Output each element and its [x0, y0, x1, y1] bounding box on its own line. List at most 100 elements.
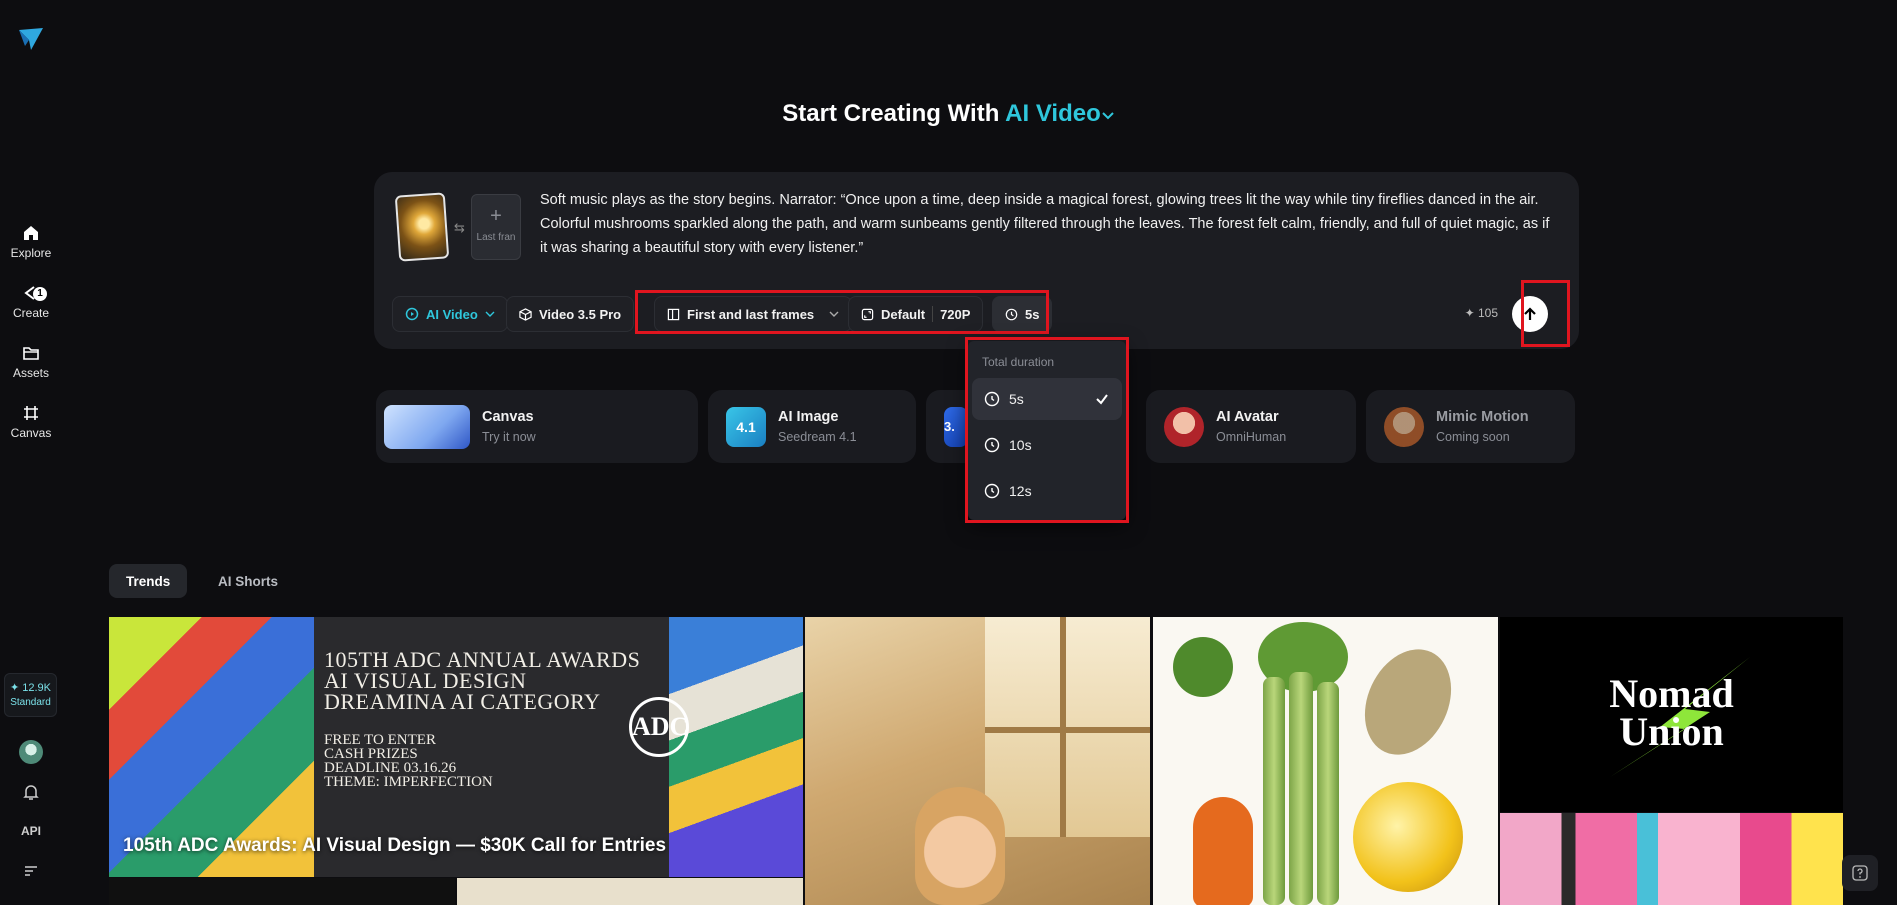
tab-trends[interactable]: Trends [109, 564, 188, 598]
dreamina-logo[interactable] [17, 26, 45, 52]
carrot-greens [1173, 637, 1233, 697]
poster-detail: THEME: IMPERFECTION [324, 774, 493, 790]
sidebar-item-label: Canvas [10, 426, 52, 440]
poster-line: 105TH ADC ANNUAL AWARDS [324, 647, 641, 672]
mode-dropdown-label: AI Video [426, 306, 478, 322]
api-link[interactable]: API [0, 824, 62, 838]
seedream-icon: 4.1 [726, 406, 766, 447]
frames-label: First and last frames [687, 306, 815, 322]
mode-dropdown[interactable]: AI Video [392, 296, 508, 332]
bell-icon[interactable] [21, 782, 41, 802]
last-frame-upload[interactable]: + Last fran [471, 194, 521, 260]
clock-icon [984, 483, 1000, 499]
sidebar-item-label: Create [12, 306, 50, 320]
clock-icon [1005, 308, 1018, 320]
duration-option-5s[interactable]: 5s [972, 378, 1122, 420]
mode-switcher[interactable]: AI Video [1005, 100, 1115, 127]
celery-stalk [1289, 672, 1313, 905]
cube-icon [519, 307, 532, 321]
canvas-icon [24, 406, 38, 420]
notification-badge: 1 [33, 287, 47, 301]
model-dropdown[interactable]: Video 3.5 Pro [506, 296, 635, 332]
bay-leaf [1348, 635, 1468, 769]
plan-label: Standard [10, 697, 51, 708]
avatar[interactable] [19, 740, 43, 764]
celery-stalk [1263, 677, 1285, 905]
sidebar-item-canvas[interactable]: Canvas [0, 404, 62, 440]
carrot [1193, 797, 1253, 905]
aspect-ratio-icon [861, 308, 874, 320]
gallery-item-girl-window[interactable] [805, 617, 1150, 905]
gallery-item-partial[interactable] [457, 878, 803, 905]
feature-subtitle: OmniHuman [1216, 430, 1287, 444]
poster-detail: DEADLINE 03.16.26 [324, 760, 457, 776]
mimic-thumbnail [1384, 406, 1424, 447]
swap-frames-icon[interactable]: ⇆ [454, 220, 465, 236]
check-icon [1096, 394, 1108, 405]
poster-line: DREAMINA AI CATEGORY [324, 689, 601, 714]
poster-details: FREE TO ENTER CASH PRIZES DEADLINE 03.16… [324, 733, 493, 790]
sidebar-item-create[interactable]: 1 Create [0, 284, 62, 320]
generate-button[interactable] [1512, 296, 1548, 332]
mode-label: AI Video [1005, 100, 1101, 127]
feature-card-mimic-motion[interactable]: Mimic Motion Coming soon [1366, 390, 1575, 463]
window-frame [985, 727, 1150, 733]
chevron-down-icon [485, 311, 495, 317]
chevron-down-icon [829, 311, 839, 317]
ai-video-icon [405, 307, 419, 321]
menu-icon[interactable] [24, 865, 38, 877]
canvas-thumbnail [384, 404, 470, 449]
feature-card-canvas[interactable]: Canvas Try it now [376, 390, 698, 463]
generation-cost: ✦ 105 [1464, 306, 1498, 320]
title-prefix: Start Creating With [782, 100, 1000, 127]
ratio-label: Default [881, 306, 926, 322]
duration-option-12s[interactable]: 12s [972, 470, 1122, 512]
arrow-up-icon [1524, 307, 1536, 320]
gallery-item-adc-awards[interactable]: 105TH ADC ANNUAL AWARDS AI VISUAL DESIGN… [109, 617, 803, 877]
ratio-resolution-dropdown[interactable]: Default 720P [848, 296, 984, 332]
sidebar-item-label: Explore [10, 246, 52, 260]
poster-line: AI VISUAL DESIGN [324, 668, 527, 693]
menu-title: Total duration [982, 355, 1055, 369]
last-frame-label: Last fran [476, 232, 516, 243]
duration-dropdown[interactable]: 5s [992, 296, 1053, 332]
folder-icon [23, 347, 39, 360]
feature-title: Mimic Motion [1436, 409, 1529, 425]
duration-menu: Total duration 5s 10s 12s [968, 341, 1126, 520]
gallery-item-abstract[interactable] [1500, 813, 1843, 905]
help-button[interactable] [1842, 855, 1878, 891]
home-icon [24, 226, 38, 240]
feature-title: AI Avatar [1216, 409, 1279, 425]
resolution-label: 720P [940, 306, 971, 322]
tab-ai-shorts[interactable]: AI Shorts [201, 564, 295, 598]
feature-card-ai-image[interactable]: 4.1 AI Image Seedream 4.1 [708, 390, 916, 463]
duration-option-10s[interactable]: 10s [972, 424, 1122, 466]
prompt-input[interactable]: Soft music plays as the story begins. Na… [540, 188, 1560, 260]
option-label: 5s [1009, 391, 1024, 407]
geometric-art-right [669, 617, 803, 877]
frames-icon [667, 308, 680, 320]
prompt-card: ⇆ + Last fran Soft music plays as the st… [374, 172, 1579, 349]
plus-icon: + [490, 205, 502, 227]
poster-headline: 105TH ADC ANNUAL AWARDS AI VISUAL DESIGN… [324, 647, 641, 714]
model-label: Video 3.5 Pro [539, 306, 622, 322]
onion [1353, 782, 1463, 892]
generation-toolbar: AI Video Video 3.5 Pro First and last fr… [392, 296, 1562, 332]
first-frame-thumbnail[interactable] [394, 192, 450, 262]
clock-icon [984, 391, 1000, 407]
logo-line: Union [1619, 709, 1724, 754]
gallery-item-partial[interactable] [109, 878, 455, 905]
clock-icon [984, 437, 1000, 453]
credits-balance[interactable]: ✦ 12.9K Standard [4, 673, 57, 717]
feature-card-ai-video[interactable]: 3. [926, 390, 968, 463]
option-label: 10s [1009, 437, 1032, 453]
feature-card-ai-avatar[interactable]: AI Avatar OmniHuman [1146, 390, 1356, 463]
sidebar-item-explore[interactable]: Explore [0, 224, 62, 260]
avatar-thumbnail [1164, 406, 1204, 447]
feature-subtitle: Coming soon [1436, 430, 1510, 444]
sidebar-item-assets[interactable]: Assets [0, 344, 62, 380]
gallery-item-nomad-union[interactable]: Nomad Union [1500, 617, 1843, 812]
frames-dropdown[interactable]: First and last frames [654, 296, 853, 332]
gallery-item-vegetables[interactable] [1153, 617, 1498, 905]
gallery-caption: 105th ADC Awards: AI Visual Design — $30… [123, 835, 667, 856]
